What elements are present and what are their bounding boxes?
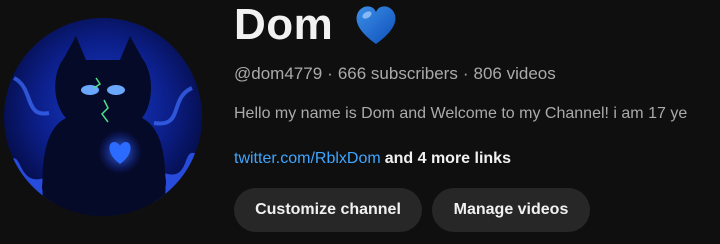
channel-name-row: Dom <box>234 0 399 50</box>
channel-header: Dom @dom4779 · 666 subscribers · 806 videos … <box>0 0 720 244</box>
manage-videos-button[interactable]: Manage videos <box>432 188 590 232</box>
channel-description[interactable]: Hello my name is Dom and Welcome to my C… <box>234 102 720 126</box>
channel-avatar[interactable] <box>4 18 202 216</box>
separator: · <box>327 64 333 83</box>
blue-heart-icon <box>353 4 399 46</box>
channel-links: twitter.com/RblxDom and 4 more links <box>234 147 511 171</box>
avatar-image <box>4 18 202 216</box>
customize-channel-button[interactable]: Customize channel <box>234 188 422 232</box>
channel-actions: Customize channel Manage videos <box>234 188 600 232</box>
separator: · <box>462 64 469 83</box>
video-count: 806 videos <box>473 64 556 83</box>
subscriber-count: 666 subscribers <box>337 64 458 83</box>
channel-handle: @dom4779 <box>234 64 323 83</box>
more-links[interactable]: and 4 more links <box>385 150 511 167</box>
channel-meta: @dom4779 · 666 subscribers · 806 videos <box>234 62 556 86</box>
twitter-link[interactable]: twitter.com/RblxDom <box>234 150 381 167</box>
channel-info: Dom @dom4779 · 666 subscribers · 806 videos … <box>234 0 720 244</box>
channel-name: Dom <box>234 0 334 49</box>
